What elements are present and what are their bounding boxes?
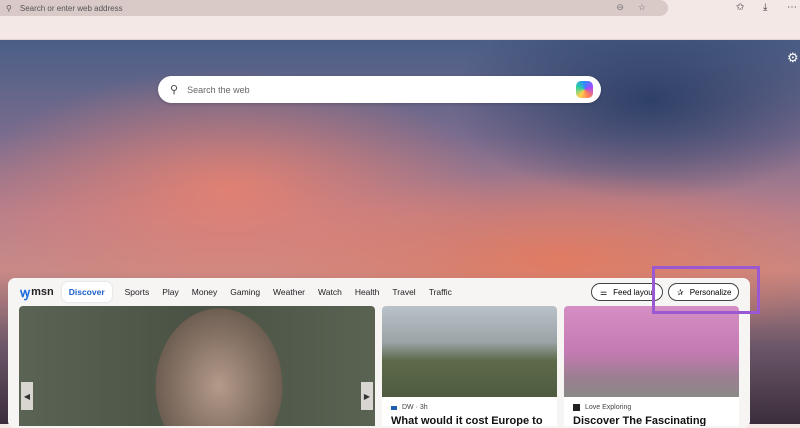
tab-money[interactable]: Money — [192, 287, 218, 297]
love-exploring-logo-icon — [573, 404, 580, 411]
tab-sports[interactable]: Sports — [125, 287, 150, 297]
carousel-prev-button[interactable]: ◀ — [21, 382, 33, 410]
news-card[interactable]: Love Exploring Discover The Fascinating — [564, 306, 739, 426]
tab-play[interactable]: Play — [162, 287, 179, 297]
tab-travel[interactable]: Travel — [392, 287, 415, 297]
settings-gear-icon[interactable]: ⚙ — [787, 50, 799, 66]
more-menu-icon[interactable]: ⋯ — [787, 2, 797, 13]
highlight-box — [652, 266, 760, 314]
card-image — [382, 306, 557, 397]
web-search-box[interactable]: ⚲ Search the web — [158, 76, 601, 103]
card-image — [564, 306, 739, 397]
dw-logo-icon — [391, 405, 397, 410]
carousel-next-button[interactable]: ▶ — [361, 382, 373, 410]
copilot-icon[interactable] — [576, 81, 593, 98]
search-icon: ⚲ — [6, 3, 12, 13]
downloads-icon[interactable]: ⤓ — [763, 2, 767, 13]
news-card[interactable]: DW · 3h What would it cost Europe to — [382, 306, 557, 426]
favorite-star-icon[interactable]: ☆ — [638, 2, 660, 12]
tab-discover[interactable]: Discover — [61, 282, 112, 302]
msn-feed-panel: ꝡ msn Discover Sports Play Money Gaming W… — [8, 278, 750, 428]
card-source: DW · 3h — [402, 404, 428, 411]
hero-story-image[interactable]: ◀ ▶ — [19, 306, 375, 426]
tab-health[interactable]: Health — [355, 287, 380, 297]
tab-gaming[interactable]: Gaming — [230, 287, 260, 297]
msn-logo[interactable]: ꝡ msn — [20, 283, 54, 301]
tab-watch[interactable]: Watch — [318, 287, 342, 297]
zoom-icon[interactable]: ⊖ — [616, 2, 638, 12]
address-bar[interactable]: ⚲ Search or enter web address ⊖☆ — [0, 0, 668, 16]
favorites-icon[interactable]: ✩ — [736, 2, 744, 13]
browser-toolbar: ⚲ Search or enter web address ⊖☆ ✩ ⤓ ⋯ — [0, 0, 800, 40]
search-placeholder: Search the web — [187, 84, 250, 95]
search-icon: ⚲ — [170, 84, 179, 96]
address-placeholder: Search or enter web address — [19, 3, 123, 13]
card-source: Love Exploring — [585, 404, 632, 411]
sliders-icon: ⚌ — [600, 287, 608, 297]
tab-weather[interactable]: Weather — [273, 287, 305, 297]
msn-butterfly-icon: ꝡ — [20, 285, 31, 300]
tab-traffic[interactable]: Traffic — [429, 287, 452, 297]
